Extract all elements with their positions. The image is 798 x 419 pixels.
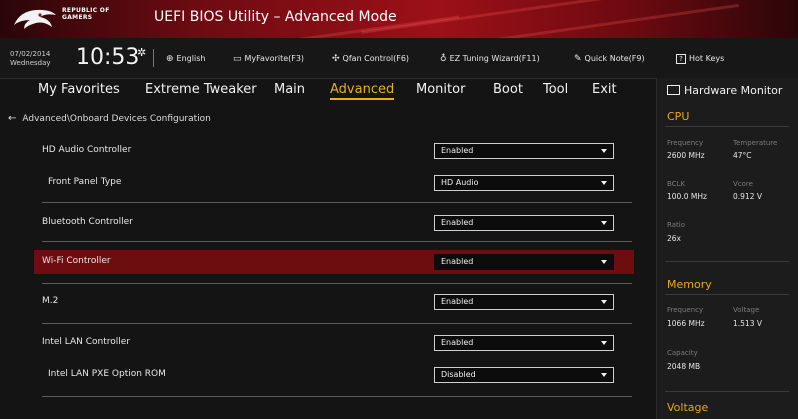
m2-select[interactable]: Enabled (434, 294, 614, 310)
fan-icon: ✣ (332, 54, 340, 64)
question-icon: ? (676, 54, 686, 64)
section-divider (42, 283, 632, 284)
rog-logo-icon (14, 9, 56, 29)
divider (665, 391, 789, 392)
capacity-value: 2048 MB (667, 362, 701, 371)
toolbar-divider (153, 49, 154, 67)
globe-icon: ⊕ (166, 54, 174, 64)
select-value: Disabled (441, 370, 476, 379)
chevron-down-icon (601, 149, 607, 153)
voltage-heading: Voltage (667, 401, 709, 414)
select-value: Enabled (441, 338, 474, 347)
intel-lan-pxe-select[interactable]: Disabled (434, 367, 614, 383)
setting-label: Front Panel Type (48, 177, 122, 187)
gear-icon[interactable]: ✲ (137, 46, 146, 59)
section-divider (42, 241, 632, 242)
menu-tabs: My Favorites Extreme Tweaker Main Advanc… (0, 79, 640, 105)
brand-text: REPUBLIC OF GAMERS (62, 7, 110, 21)
memory-frequency-value: 1066 MHz (667, 319, 705, 328)
vcore-value: 0.912 V (733, 192, 762, 201)
memory-voltage-label: Voltage (733, 306, 760, 314)
cpu-frequency-label: Frequency (667, 139, 704, 147)
setting-row-intel-lan-pxe[interactable]: Intel LAN PXE Option ROM Disabled (34, 364, 634, 386)
front-panel-type-select[interactable]: HD Audio (434, 175, 614, 191)
setting-row-hd-audio[interactable]: HD Audio Controller Enabled (34, 140, 634, 162)
setting-label: HD Audio Controller (42, 145, 132, 155)
divider (665, 126, 789, 127)
capacity-label: Capacity (667, 349, 698, 357)
language-button[interactable]: ⊕ English (166, 54, 205, 64)
chevron-down-icon (601, 221, 607, 225)
clock: 10:53 (76, 45, 140, 70)
setting-label: Intel LAN Controller (42, 337, 131, 347)
breadcrumb: ← Advanced\Onboard Devices Configuration (8, 113, 211, 124)
memory-voltage-value: 1.513 V (733, 319, 762, 328)
date-display: 07/02/2014 Wednesday (10, 50, 51, 67)
intel-lan-select[interactable]: Enabled (434, 335, 614, 351)
divider (665, 294, 789, 295)
setting-row-intel-lan[interactable]: Intel LAN Controller Enabled (34, 332, 634, 354)
bulb-icon: ♁ (440, 54, 447, 64)
cpu-heading: CPU (667, 110, 690, 123)
tab-advanced[interactable]: Advanced (330, 82, 395, 100)
setting-row-m2[interactable]: M.2 Enabled (34, 291, 634, 313)
bclk-label: BCLK (667, 180, 686, 188)
chevron-down-icon (601, 300, 607, 304)
memory-heading: Memory (667, 278, 712, 291)
setting-row-bluetooth[interactable]: Bluetooth Controller Enabled (34, 212, 634, 234)
select-value: HD Audio (441, 178, 479, 187)
setting-row-front-panel-type[interactable]: Front Panel Type HD Audio (34, 172, 634, 194)
setting-label: M.2 (42, 296, 59, 306)
quick-note-button[interactable]: ✎ Quick Note(F9) (574, 54, 645, 64)
cpu-temperature-label: Temperature (733, 139, 778, 147)
chevron-down-icon (601, 373, 607, 377)
setting-row-wifi[interactable]: Wi-Fi Controller Enabled (34, 250, 634, 274)
chevron-down-icon (601, 260, 607, 264)
hardware-monitor-title: Hardware Monitor (667, 84, 782, 97)
note-icon: ✎ (574, 54, 582, 64)
bluetooth-select[interactable]: Enabled (434, 215, 614, 231)
select-value: Enabled (441, 218, 474, 227)
back-arrow-icon[interactable]: ← (8, 113, 16, 124)
cpu-frequency-value: 2600 MHz (667, 151, 705, 160)
favorite-card-icon: ▭ (233, 54, 242, 64)
app-title: UEFI BIOS Utility – Advanced Mode (154, 9, 397, 25)
setting-label: Intel LAN PXE Option ROM (48, 369, 166, 379)
divider (665, 261, 789, 262)
memory-frequency-label: Frequency (667, 306, 704, 314)
tab-extreme-tweaker[interactable]: Extreme Tweaker (145, 82, 257, 97)
ez-tuning-wizard-button[interactable]: ♁ EZ Tuning Wizard(F11) (440, 54, 540, 64)
select-value: Enabled (441, 257, 474, 266)
hardware-monitor-panel: Hardware Monitor CPU Frequency Temperatu… (656, 78, 798, 419)
vcore-label: Vcore (733, 180, 753, 188)
chevron-down-icon (601, 181, 607, 185)
select-value: Enabled (441, 297, 474, 306)
status-toolbar-row: 07/02/2014 Wednesday 10:53 ✲ ⊕ English ▭ M… (0, 38, 798, 79)
ratio-value: 26x (667, 234, 681, 243)
section-divider (42, 202, 632, 203)
chevron-down-icon (601, 341, 607, 345)
myfavorite-button[interactable]: ▭ MyFavorite(F3) (233, 54, 304, 64)
tab-monitor[interactable]: Monitor (416, 82, 465, 97)
tab-tool[interactable]: Tool (543, 82, 568, 97)
qfan-control-button[interactable]: ✣ Qfan Control(F6) (332, 54, 409, 64)
hot-keys-button[interactable]: ? Hot Keys (676, 54, 724, 64)
wifi-select[interactable]: Enabled (434, 254, 614, 270)
section-divider (42, 323, 632, 324)
tab-main[interactable]: Main (274, 82, 305, 97)
hd-audio-select[interactable]: Enabled (434, 143, 614, 159)
setting-label: Bluetooth Controller (42, 217, 133, 227)
bclk-value: 100.0 MHz (667, 192, 707, 201)
title-bar: REPUBLIC OF GAMERS UEFI BIOS Utility – A… (0, 0, 798, 38)
cpu-temperature-value: 47°C (733, 151, 752, 160)
select-value: Enabled (441, 146, 474, 155)
monitor-icon (667, 85, 680, 95)
tab-boot[interactable]: Boot (493, 82, 523, 97)
section-divider (42, 396, 632, 397)
ratio-label: Ratio (667, 221, 685, 229)
tab-exit[interactable]: Exit (592, 82, 617, 97)
setting-label: Wi-Fi Controller (42, 256, 111, 266)
tab-my-favorites[interactable]: My Favorites (38, 82, 120, 97)
